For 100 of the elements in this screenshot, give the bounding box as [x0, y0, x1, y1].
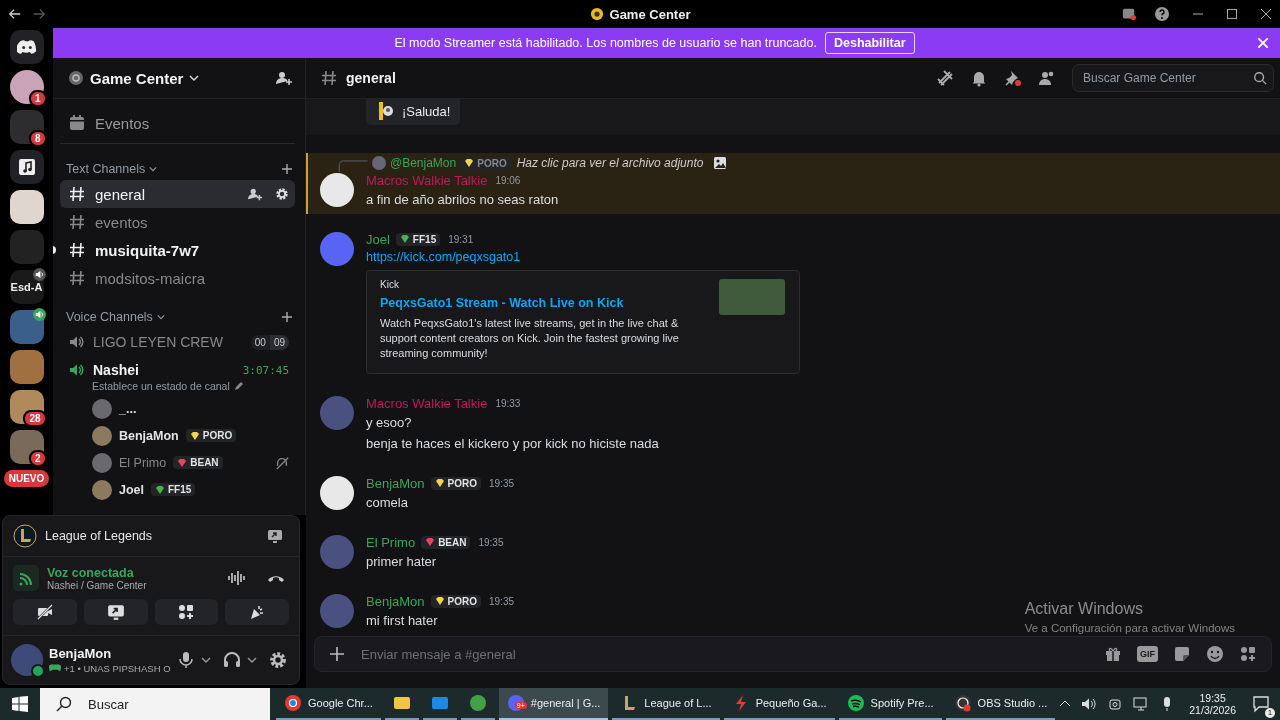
clock-time[interactable]: 19:35: [1199, 692, 1226, 704]
chevron-down-icon[interactable]: [201, 655, 211, 665]
invite-people-icon[interactable]: [248, 187, 262, 201]
bell-icon[interactable]: [970, 69, 988, 87]
clan-tag-label: BEAN: [438, 536, 467, 548]
channel-name: general: [346, 70, 396, 86]
category-header[interactable]: Text Channels: [66, 162, 146, 176]
apps-icon[interactable]: [1239, 645, 1257, 663]
settings-icon[interactable]: [275, 187, 289, 201]
channel-status-text[interactable]: Establece un estado de canal: [92, 380, 230, 392]
inbox-icon[interactable]: [1122, 7, 1136, 21]
hash-icon: [68, 185, 86, 203]
channel-item[interactable]: modsitos-maicra: [60, 264, 295, 292]
user-avatar[interactable]: [11, 644, 43, 676]
start-icon[interactable]: [12, 696, 28, 712]
volume-icon[interactable]: [1081, 696, 1098, 712]
server-picture[interactable]: [9, 190, 44, 224]
taskbar-app[interactable]: Spotify Pre...: [838, 688, 942, 720]
author-name[interactable]: BenjaMon: [366, 475, 425, 491]
server-button[interactable]: Esd-A: [9, 270, 44, 304]
message-text: benja te haces el kickero y por kick no hiciste nada: [366, 435, 659, 453]
pencil-icon[interactable]: [233, 381, 244, 391]
hash-icon: [68, 241, 86, 259]
add-channel-icon[interactable]: [281, 311, 293, 323]
help-icon[interactable]: [1154, 6, 1170, 22]
members-icon[interactable]: [1038, 69, 1056, 87]
category-header[interactable]: Voice Channels: [66, 310, 153, 324]
microphone-icon[interactable]: [177, 651, 195, 669]
taskbar-search-field[interactable]: Buscar: [40, 688, 270, 720]
events-item[interactable]: Eventos: [60, 103, 295, 144]
forward-arrow-icon[interactable]: [32, 7, 46, 21]
sticker-icon[interactable]: [1173, 645, 1191, 663]
server-picture[interactable]: [9, 310, 44, 344]
voice-status[interactable]: Voz conectada: [47, 565, 147, 580]
user-avatar[interactable]: [320, 173, 354, 207]
notifications-button[interactable]: 1: [1250, 693, 1272, 715]
app-icon: [392, 694, 411, 712]
voice-user-name[interactable]: El Primo: [119, 455, 167, 470]
server-picture[interactable]: [9, 110, 44, 144]
channel-item[interactable]: general: [60, 180, 295, 208]
disable-button[interactable]: Deshabilitar: [824, 32, 915, 54]
server-name[interactable]: Game Center: [90, 69, 184, 87]
screen-share-icon[interactable]: [267, 528, 283, 544]
gif-button[interactable]: GIF: [1137, 646, 1158, 662]
home-button[interactable]: [9, 30, 44, 64]
search-icon: [56, 696, 72, 712]
channel-item[interactable]: musiquita-7w7: [60, 236, 295, 264]
message-field[interactable]: Enviar mensaje a #general GIF: [314, 636, 1272, 672]
chat-bubble-icon: [1252, 695, 1270, 713]
server-button[interactable]: [9, 150, 44, 184]
search-field[interactable]: Buscar Game Center: [1072, 64, 1274, 92]
search-input[interactable]: Buscar Game Center: [1081, 70, 1253, 86]
taskbar-app[interactable]: League of L...: [612, 688, 720, 720]
voice-user-name[interactable]: Joel: [119, 482, 144, 497]
gift-icon[interactable]: [1104, 645, 1122, 663]
threads-icon[interactable]: [936, 69, 954, 87]
voice-user-name[interactable]: BenjaMon: [119, 428, 179, 443]
reply-preview[interactable]: Haz clic para ver el archivo adjunto: [516, 156, 704, 170]
taskbar-app[interactable]: Google Chr...: [276, 688, 381, 720]
voice-location[interactable]: Nashei / Game Center: [47, 579, 147, 591]
network-icon[interactable]: [1133, 696, 1150, 712]
activation-notice-title: Activar Windows: [1024, 600, 1144, 618]
taskbar-search-input[interactable]: Buscar: [86, 695, 270, 713]
headphones-icon[interactable]: [223, 651, 241, 669]
settings-icon[interactable]: [269, 651, 287, 669]
pin-icon[interactable]: [1004, 69, 1022, 87]
maximize-icon[interactable]: [1226, 8, 1238, 20]
server-picture[interactable]: [9, 430, 44, 464]
reply-author[interactable]: @BenjaMon: [390, 156, 457, 170]
close-icon[interactable]: [1260, 8, 1272, 20]
voice-channel-item[interactable]: LIGO LEYEN CREW 00 09: [60, 328, 295, 356]
taskbar-app[interactable]: OBS Studio ...: [945, 688, 1056, 720]
clock-date[interactable]: 21/3/2026: [1189, 704, 1236, 716]
embed-title-link[interactable]: PeqxsGato1 Stream - Watch Live on Kick: [380, 296, 707, 310]
camera-off-button[interactable]: [13, 599, 77, 625]
screen-share-button[interactable]: [83, 599, 148, 625]
thumbnail-placeholder[interactable]: [719, 279, 785, 315]
camera-icon[interactable]: [1107, 696, 1124, 712]
voice-user-name[interactable]: _...: [119, 401, 137, 416]
message-link[interactable]: https://kick.com/peqxsgato1: [366, 248, 800, 266]
taskbar-app[interactable]: Pequeño Ga...: [723, 688, 835, 720]
user-avatar[interactable]: [320, 476, 354, 510]
channel-item[interactable]: eventos: [60, 208, 295, 236]
invite-people-icon[interactable]: [276, 70, 292, 86]
chevron-down-icon[interactable]: [189, 73, 200, 83]
activities-button[interactable]: [154, 599, 219, 625]
author-name[interactable]: Joel: [366, 231, 390, 247]
chevron-down-icon[interactable]: [247, 655, 257, 665]
back-arrow-icon[interactable]: [8, 7, 22, 21]
waveform-icon[interactable]: [227, 569, 245, 587]
author-name[interactable]: BenjaMon: [366, 593, 425, 609]
hash-icon: [68, 213, 86, 231]
soundboard-button[interactable]: [225, 599, 289, 625]
author-name[interactable]: El Primo: [366, 534, 416, 550]
add-channel-icon[interactable]: [281, 163, 293, 175]
wave-button[interactable]: ¡Saluda!: [366, 99, 461, 125]
add-attachment-icon[interactable]: [329, 646, 345, 662]
emoji-icon[interactable]: [1206, 645, 1224, 663]
server-picture[interactable]: [9, 70, 44, 104]
message-input[interactable]: Enviar mensaje a #general: [359, 645, 1090, 663]
